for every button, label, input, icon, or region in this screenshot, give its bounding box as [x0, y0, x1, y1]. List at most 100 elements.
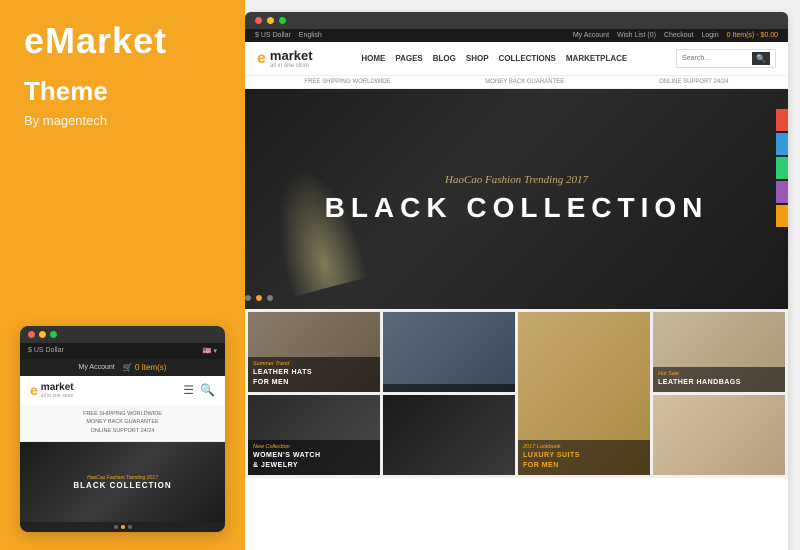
desktop-wishlist[interactable]: Wish List (0): [617, 32, 656, 39]
info-shipping: FREE SHIPPING WORLDWIDE: [304, 79, 390, 85]
nav-home[interactable]: HOME: [361, 54, 385, 63]
desktop-hero: HaoCao Fashion Trending 2017 BLACK COLLE…: [245, 89, 788, 309]
product-label-5: New Collection WOMEN'S WATCH& JEWELRY: [248, 440, 380, 475]
product-title-5: WOMEN'S WATCH& JEWELRY: [253, 451, 375, 471]
mobile-hero-bg: HaoCao Fashion Trending 2017 BLACK COLLE…: [20, 442, 225, 522]
desktop-account[interactable]: My Account: [573, 32, 609, 39]
mobile-info-3: ONLINE SUPPORT 24/24: [28, 427, 217, 436]
side-tab-2[interactable]: [776, 133, 788, 155]
browser-title-bar: [245, 12, 788, 29]
mobile-nav-icons: ☰ 🔍: [183, 383, 215, 397]
mobile-dot-1[interactable]: [114, 525, 118, 529]
desktop-top-bar: $ US Dollar English My Account Wish List…: [245, 29, 788, 42]
product-tag-4: Hot Sale: [658, 371, 780, 379]
mobile-logo-icon: e: [30, 382, 38, 398]
desktop-logo-text: market: [270, 48, 313, 63]
desktop-nav: e market all in one store HOME PAGES BLO…: [245, 42, 788, 76]
dot-green: [50, 331, 57, 338]
side-tab-4[interactable]: [776, 181, 788, 203]
product-label-2: [383, 384, 515, 392]
product-label-3: 2017 Lookbook LUXURY SUITSFOR MEN: [518, 440, 650, 475]
product-title-3: LUXURY SUITSFOR MEN: [523, 451, 645, 471]
nav-collections[interactable]: COLLECTIONS: [499, 54, 556, 63]
info-support: ONLINE SUPPORT 24/24: [659, 79, 728, 85]
product-title-4: LEATHER HANDBAGS: [658, 378, 780, 388]
nav-shop[interactable]: SHOP: [466, 54, 489, 63]
product-label-4: Hot Sale LEATHER HANDBAGS: [653, 367, 785, 392]
desktop-logo: e market all in one store: [257, 48, 313, 69]
side-tab-3[interactable]: [776, 157, 788, 179]
mobile-logo-bar: e market all in one store ☰ 🔍: [20, 376, 225, 405]
dot-red: [28, 331, 35, 338]
hero-dot-1[interactable]: [245, 295, 251, 301]
product-cell-6[interactable]: [383, 395, 515, 475]
product-tag-1: Summer Trend: [253, 361, 375, 369]
mobile-account-bar: My Account 🛒 0 Item(s): [20, 359, 225, 376]
mobile-preview-card: $ US Dollar 🇺🇸 ▾ My Account 🛒 0 Item(s) …: [20, 326, 225, 532]
hero-overlay: HaoCao Fashion Trending 2017 BLACK COLLE…: [245, 89, 788, 309]
desktop-info-bar: FREE SHIPPING WORLDWIDE MONEY BACK GUARA…: [245, 76, 788, 89]
mobile-flag: 🇺🇸 ▾: [203, 347, 217, 355]
by-label: By magentech: [24, 113, 221, 128]
theme-label: Theme: [24, 76, 221, 107]
product-cell-7[interactable]: [653, 395, 785, 475]
dbar-right: My Account Wish List (0) Checkout Login …: [573, 32, 778, 39]
product-tag-5: New Collection: [253, 444, 375, 452]
desktop-language[interactable]: English: [299, 32, 322, 39]
dbar-left: $ US Dollar English: [255, 32, 322, 39]
mobile-dots: [20, 522, 225, 532]
mobile-dot-3[interactable]: [128, 525, 132, 529]
mobile-cart: 🛒 0 Item(s): [123, 363, 167, 372]
mobile-dot-2[interactable]: [121, 525, 125, 529]
side-tabs: [776, 109, 788, 227]
product-cell-2[interactable]: [383, 312, 515, 392]
brand-title: eMarket: [24, 20, 221, 62]
desktop-login[interactable]: Login: [702, 32, 719, 39]
left-panel: eMarket Theme By magentech $ US Dollar 🇺…: [0, 0, 245, 550]
product-cell-5[interactable]: New Collection WOMEN'S WATCH& JEWELRY: [248, 395, 380, 475]
hero-sub: HaoCao Fashion Trending 2017: [445, 174, 588, 186]
mobile-hero-sub: HaoCao Fashion Trending 2017: [73, 475, 171, 481]
mobile-hero-main: BLACK COLLECTION: [73, 481, 171, 490]
nav-pages[interactable]: PAGES: [395, 54, 422, 63]
hero-dots: [245, 295, 273, 301]
hero-dot-3[interactable]: [267, 295, 273, 301]
mobile-logo-text: market: [41, 382, 74, 393]
browser-frame: $ US Dollar English My Account Wish List…: [245, 12, 788, 550]
side-tab-5[interactable]: [776, 205, 788, 227]
mobile-hero: HaoCao Fashion Trending 2017 BLACK COLLE…: [20, 442, 225, 522]
product-title-1: LEATHER HATSFOR MEN: [253, 368, 375, 388]
product-cell-4[interactable]: Hot Sale LEATHER HANDBAGS: [653, 312, 785, 392]
search-button[interactable]: 🔍: [752, 52, 770, 65]
hero-dot-2[interactable]: [256, 295, 262, 301]
mobile-info-1: FREE SHIPPING WORLDWIDE: [28, 410, 217, 419]
product-cell-1[interactable]: Summer Trend LEATHER HATSFOR MEN: [248, 312, 380, 392]
hamburger-icon[interactable]: ☰: [183, 383, 194, 397]
desktop-cart[interactable]: 0 Item(s) - $0.00: [727, 32, 778, 39]
desktop-logo-sub: all in one store: [270, 63, 313, 69]
info-money: MONEY BACK GUARANTEE: [485, 79, 564, 85]
desktop-logo-icon: e: [257, 50, 266, 68]
search-input[interactable]: [682, 55, 752, 62]
product-tag-3: 2017 Lookbook: [523, 444, 645, 452]
browser-dot-green: [279, 17, 286, 24]
nav-marketplace[interactable]: MARKETPLACE: [566, 54, 627, 63]
product-cell-3[interactable]: 2017 Lookbook LUXURY SUITSFOR MEN: [518, 312, 650, 475]
side-tab-1[interactable]: [776, 109, 788, 131]
nav-blog[interactable]: BLOG: [433, 54, 456, 63]
desktop-nav-links: HOME PAGES BLOG SHOP COLLECTIONS MARKETP…: [361, 54, 627, 63]
hero-main: BLACK COLLECTION: [325, 192, 709, 224]
mobile-info-2: MONEY BACK GUARANTEE: [28, 418, 217, 427]
search-icon[interactable]: 🔍: [200, 383, 215, 397]
browser-dot-yellow: [267, 17, 274, 24]
mobile-account-label: My Account: [79, 364, 115, 371]
mobile-logo-sub: all in one store: [41, 393, 74, 399]
product-grid: Summer Trend LEATHER HATSFOR MEN 2017 Lo…: [245, 309, 788, 478]
desktop-checkout[interactable]: Checkout: [664, 32, 694, 39]
mobile-hero-text: HaoCao Fashion Trending 2017 BLACK COLLE…: [73, 475, 171, 490]
dot-yellow: [39, 331, 46, 338]
mobile-logo: e market all in one store: [30, 382, 74, 399]
mobile-top-bar: $ US Dollar 🇺🇸 ▾: [20, 343, 225, 359]
desktop-currency[interactable]: $ US Dollar: [255, 32, 291, 39]
desktop-search[interactable]: 🔍: [676, 49, 776, 68]
